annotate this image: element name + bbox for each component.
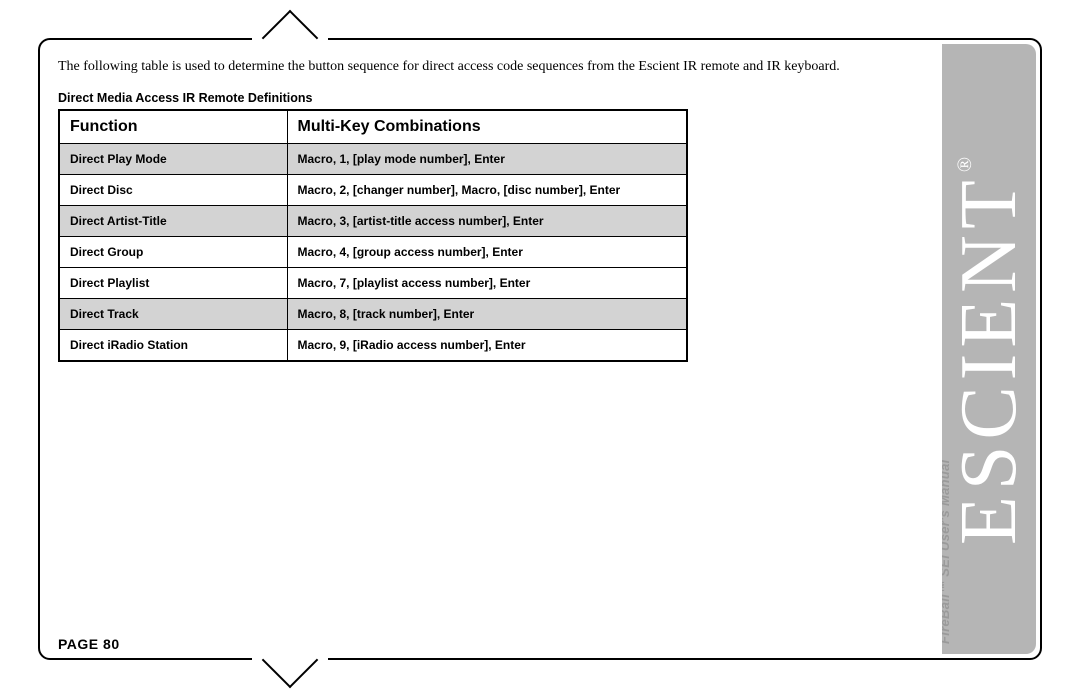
table-row: Direct iRadio StationMacro, 9, [iRadio a… — [59, 329, 687, 361]
table-row: Direct Play ModeMacro, 1, [play mode num… — [59, 143, 687, 174]
cell-function: Direct Disc — [59, 174, 287, 205]
brand-sidebar: ESCIENT® FireBall™ SEi User's Manual — [942, 44, 1036, 654]
cell-function: Direct Artist-Title — [59, 205, 287, 236]
cell-function: Direct iRadio Station — [59, 329, 287, 361]
header-combinations: Multi-Key Combinations — [287, 110, 687, 144]
brand-name: ESCIENT — [945, 174, 1033, 545]
cell-combination: Macro, 4, [group access number], Enter — [287, 236, 687, 267]
table-row: Direct PlaylistMacro, 7, [playlist acces… — [59, 267, 687, 298]
table-caption: Direct Media Access IR Remote Definition… — [58, 91, 908, 105]
cell-function: Direct Group — [59, 236, 287, 267]
table-row: Direct TrackMacro, 8, [track number], En… — [59, 298, 687, 329]
registered-mark: ® — [954, 151, 976, 172]
cell-combination: Macro, 3, [artist-title access number], … — [287, 205, 687, 236]
page-number: PAGE 80 — [58, 636, 120, 652]
intro-text: The following table is used to determine… — [58, 58, 908, 77]
table-row: Direct DiscMacro, 2, [changer number], M… — [59, 174, 687, 205]
cell-function: Direct Play Mode — [59, 143, 287, 174]
cell-function: Direct Playlist — [59, 267, 287, 298]
brand-logo-text: ESCIENT® — [949, 153, 1029, 545]
definitions-table: Function Multi-Key Combinations Direct P… — [58, 109, 688, 362]
cell-combination: Macro, 7, [playlist access number], Ente… — [287, 267, 687, 298]
cell-combination: Macro, 1, [play mode number], Enter — [287, 143, 687, 174]
cell-function: Direct Track — [59, 298, 287, 329]
table-header-row: Function Multi-Key Combinations — [59, 110, 687, 144]
cell-combination: Macro, 2, [changer number], Macro, [disc… — [287, 174, 687, 205]
doc-title: FireBall™ SEi User's Manual — [942, 459, 952, 644]
header-function: Function — [59, 110, 287, 144]
content-area: The following table is used to determine… — [58, 58, 908, 362]
cell-combination: Macro, 9, [iRadio access number], Enter — [287, 329, 687, 361]
table-row: Direct Artist-TitleMacro, 3, [artist-tit… — [59, 205, 687, 236]
brand-wrap: ESCIENT® — [942, 44, 1036, 654]
cell-combination: Macro, 8, [track number], Enter — [287, 298, 687, 329]
manual-page: The following table is used to determine… — [0, 0, 1080, 698]
table-row: Direct GroupMacro, 4, [group access numb… — [59, 236, 687, 267]
